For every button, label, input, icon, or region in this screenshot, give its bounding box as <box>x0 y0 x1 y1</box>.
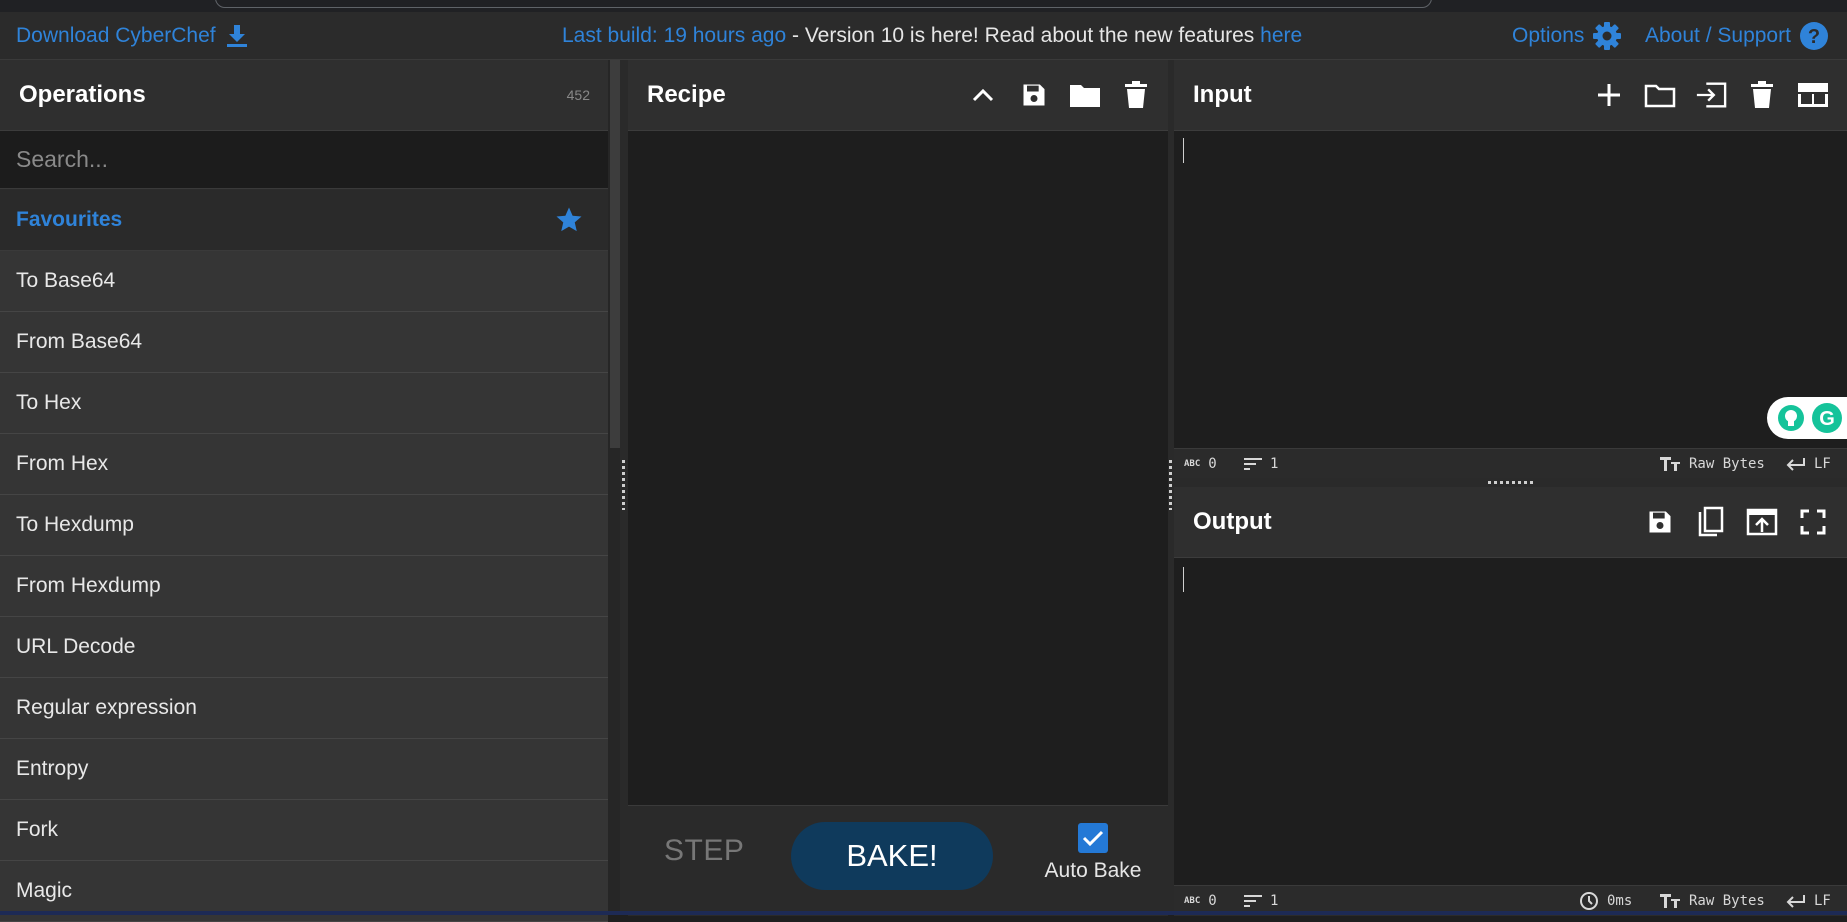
output-toolbar <box>1644 506 1829 538</box>
ops-recipe-resizer[interactable] <box>620 60 628 915</box>
save-icon[interactable] <box>1018 79 1050 111</box>
resizer-grip <box>1488 481 1534 484</box>
input-eol[interactable]: LF <box>1786 449 1831 479</box>
input-eol-value[interactable]: LF <box>1814 449 1831 479</box>
resizer-grip <box>1169 460 1172 510</box>
auto-bake-label: Auto Bake <box>1044 859 1142 882</box>
input-encoding[interactable]: Raw Bytes <box>1659 449 1765 479</box>
top-banner: Download CyberChef Last build: 19 hours … <box>0 12 1847 60</box>
input-title: Input <box>1193 81 1252 108</box>
resizer-grip <box>622 460 625 510</box>
svg-text:G: G <box>1819 408 1835 430</box>
operation-item[interactable]: From Base64 <box>0 312 608 373</box>
input-encoding-value[interactable]: Raw Bytes <box>1689 449 1765 479</box>
recipe-pane: Recipe STEP BAKE! Auto Bake <box>628 60 1168 916</box>
grammarly-icon[interactable]: G <box>1811 402 1843 434</box>
step-button[interactable]: STEP <box>664 834 744 868</box>
layout-icon[interactable] <box>1797 79 1829 111</box>
operation-item[interactable]: Regular expression <box>0 678 608 739</box>
notice-text: - Version 10 is here! Read about the new… <box>786 24 1261 47</box>
address-bar[interactable] <box>215 0 1432 8</box>
lines-icon <box>1244 895 1262 907</box>
operation-item[interactable]: To Hex <box>0 373 608 434</box>
build-notice: Last build: 19 hours ago - Version 10 is… <box>562 12 1302 59</box>
operation-item[interactable]: To Hexdump <box>0 495 608 556</box>
trash-icon[interactable] <box>1746 79 1778 111</box>
operations-search-input[interactable] <box>0 131 608 189</box>
clock-icon <box>1579 891 1599 911</box>
auto-bake-checkbox[interactable] <box>1078 823 1108 853</box>
io-column: Input G ABC 0 1 Raw Bytes LF Output ABC … <box>1174 60 1847 916</box>
output-header: Output <box>1174 487 1847 558</box>
download-label[interactable]: Download CyberChef <box>16 12 216 59</box>
save-icon[interactable] <box>1644 506 1676 538</box>
input-output-resizer[interactable] <box>1174 478 1847 487</box>
last-build-link[interactable]: Last build: 19 hours ago <box>562 24 786 47</box>
input-chars-value: 0 <box>1208 456 1217 472</box>
operations-count: 452 <box>566 87 590 103</box>
operation-item[interactable]: To Base64 <box>0 251 608 312</box>
options-button[interactable]: Options <box>1512 12 1622 59</box>
taskbar-edge <box>0 911 1847 915</box>
input-lines-value: 1 <box>1270 456 1279 472</box>
return-icon <box>1786 894 1806 908</box>
input-line-count: 1 <box>1244 449 1278 479</box>
operations-header: Operations 452 <box>0 60 608 131</box>
input-pane: Input G ABC 0 1 Raw Bytes LF <box>1174 60 1847 479</box>
options-label[interactable]: Options <box>1512 12 1584 59</box>
favourites-category[interactable]: Favourites <box>0 190 608 251</box>
output-pane: Output ABC 0 1 0ms Raw Bytes LF <box>1174 487 1847 916</box>
gear-icon[interactable] <box>1592 21 1622 51</box>
recipe-title: Recipe <box>647 81 726 108</box>
operation-item[interactable]: URL Decode <box>0 617 608 678</box>
abc-icon: ABC <box>1184 459 1201 469</box>
replace-input-icon[interactable] <box>1746 506 1778 538</box>
input-char-count: ABC 0 <box>1184 449 1217 479</box>
input-text-area[interactable] <box>1183 138 1184 163</box>
svg-text:?: ? <box>1808 26 1820 48</box>
text-size-icon <box>1659 456 1681 472</box>
auto-bake-toggle[interactable]: Auto Bake <box>1038 823 1148 883</box>
input-header: Input <box>1174 60 1847 131</box>
recipe-header: Recipe <box>628 60 1168 131</box>
about-label[interactable]: About / Support <box>1645 12 1791 59</box>
lines-icon <box>1244 458 1262 470</box>
folder-icon[interactable] <box>1069 79 1101 111</box>
download-icon[interactable] <box>226 24 248 48</box>
copy-icon[interactable] <box>1695 506 1727 538</box>
input-status-bar: ABC 0 1 Raw Bytes LF <box>1174 448 1847 479</box>
import-icon[interactable] <box>1695 79 1727 111</box>
input-toolbar <box>1593 79 1829 111</box>
return-icon <box>1786 457 1806 471</box>
browser-address-bar-strip <box>0 0 1847 12</box>
operation-item[interactable]: From Hexdump <box>0 556 608 617</box>
folder-icon[interactable] <box>1644 79 1676 111</box>
operations-title: Operations <box>19 81 146 108</box>
bake-controls: STEP BAKE! Auto Bake <box>628 805 1168 916</box>
about-support-button[interactable]: About / Support ? <box>1645 12 1829 59</box>
operation-item[interactable]: Fork <box>0 800 608 861</box>
plus-icon[interactable] <box>1593 79 1625 111</box>
chevron-up-icon[interactable] <box>967 79 999 111</box>
operation-item[interactable]: From Hex <box>0 434 608 495</box>
bake-button[interactable]: BAKE! <box>791 822 993 890</box>
recipe-toolbar <box>967 79 1152 111</box>
favourites-label: Favourites <box>16 208 123 231</box>
operation-item[interactable]: Entropy <box>0 739 608 800</box>
maximise-icon[interactable] <box>1797 506 1829 538</box>
output-text-area[interactable] <box>1183 567 1184 592</box>
lightbulb-icon[interactable] <box>1777 404 1805 432</box>
download-cyberchef-link[interactable]: Download CyberChef <box>16 12 248 59</box>
features-link[interactable]: here <box>1260 24 1302 47</box>
star-icon <box>554 205 584 235</box>
grammarly-widget[interactable]: G <box>1767 397 1847 439</box>
operations-list: To Base64 From Base64 To Hex From Hex To… <box>0 251 608 922</box>
help-icon[interactable]: ? <box>1799 21 1829 51</box>
trash-icon[interactable] <box>1120 79 1152 111</box>
operations-pane: Operations 452 Favourites To Base64 From… <box>0 60 608 922</box>
text-size-icon <box>1659 893 1681 909</box>
output-title: Output <box>1193 508 1272 535</box>
